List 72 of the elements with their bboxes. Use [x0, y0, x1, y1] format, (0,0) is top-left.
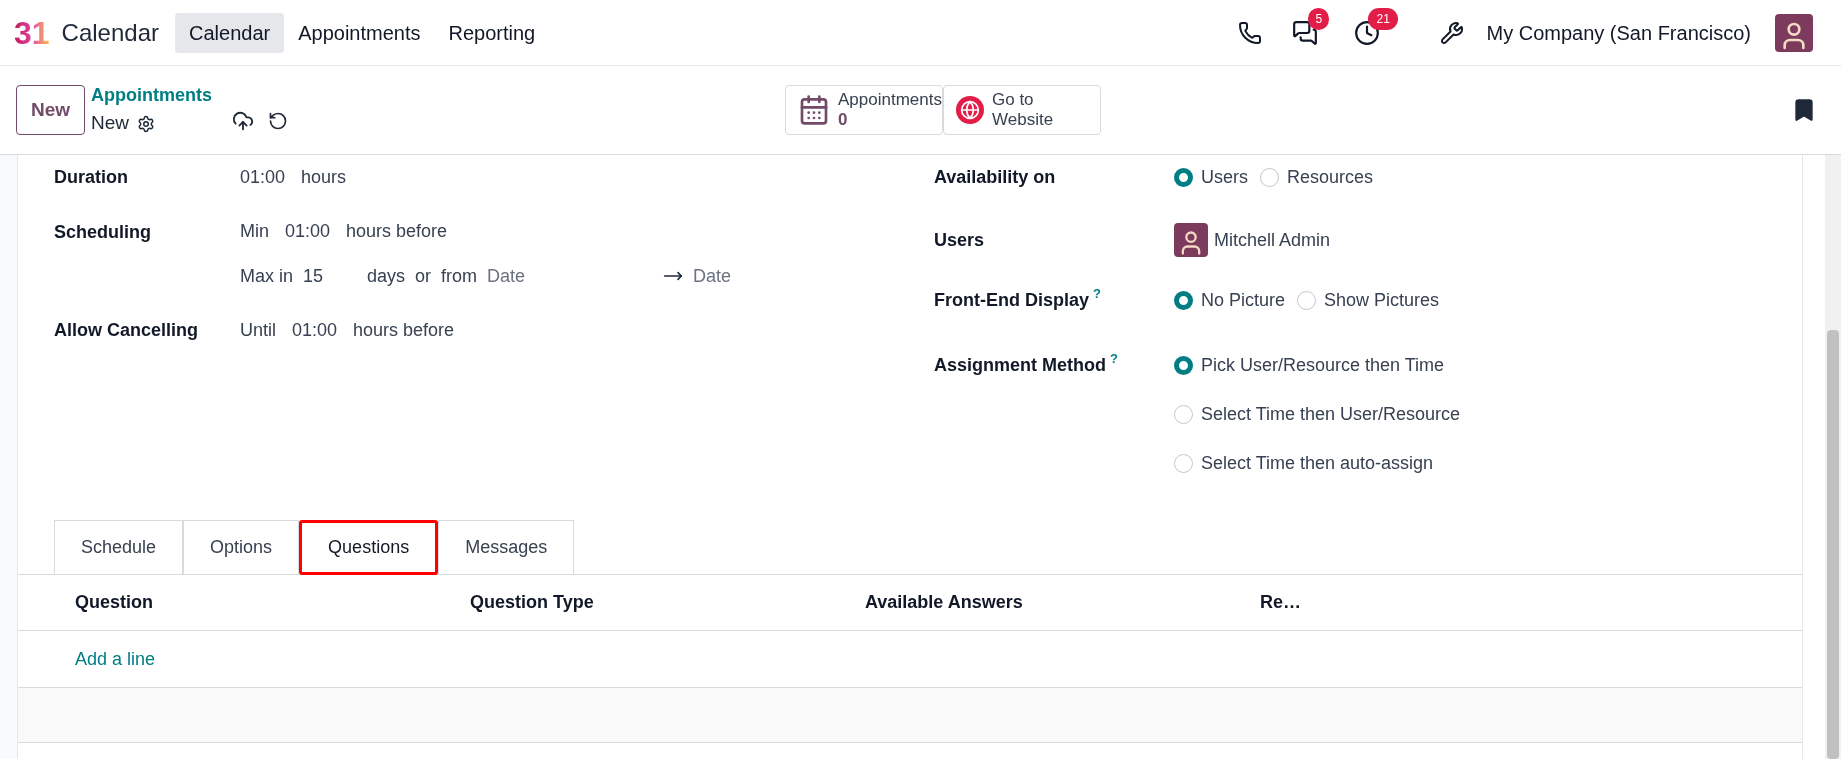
radio-button[interactable] [1174, 356, 1193, 375]
smart-button[interactable]: Go to Website [943, 85, 1101, 135]
record-title: New [91, 111, 130, 136]
globe-icon [956, 96, 984, 124]
radio-button[interactable] [1260, 167, 1279, 187]
activity-count-badge: 21 [1368, 7, 1398, 30]
radio-button[interactable] [1174, 167, 1193, 187]
radio-label: Resources [1287, 165, 1374, 189]
menu-item[interactable]: Appointments [284, 12, 435, 53]
column-header[interactable]: Available Answers [865, 589, 1260, 616]
radio-label: Pick User/Resource then Time [1201, 354, 1445, 377]
save-icon[interactable] [232, 110, 255, 132]
min-label: Min [240, 219, 269, 243]
breadcrumb-link[interactable]: Appointments [91, 82, 213, 110]
until-label: Until [240, 318, 276, 342]
min-unit: hours before [346, 219, 448, 243]
tab[interactable]: Messages [438, 520, 575, 575]
column-header[interactable]: Question Type [470, 589, 865, 616]
phone-icon[interactable] [1238, 20, 1263, 45]
tab[interactable]: Schedule [54, 520, 184, 575]
user-tag[interactable]: Mitchell Admin [1214, 226, 1331, 254]
radio-button[interactable] [1174, 290, 1193, 310]
radio-button[interactable] [1297, 290, 1317, 310]
help-mark[interactable]: ? [1110, 352, 1118, 365]
user-avatar [1174, 223, 1208, 257]
max-value[interactable]: 15 [303, 262, 367, 290]
message-count-badge: 5 [1308, 7, 1330, 30]
max-unit: days [367, 264, 406, 288]
field-label: Duration [54, 165, 128, 189]
new-button[interactable]: New [16, 85, 86, 135]
tab[interactable]: Questions [299, 520, 439, 575]
company-name[interactable]: My Company (San Francisco) [1486, 17, 1751, 48]
radio-label: Select Time then auto-assign [1201, 452, 1434, 475]
add-line-link[interactable]: Add a line [75, 645, 156, 673]
radio-button[interactable] [1174, 405, 1193, 424]
or-text: or [415, 264, 432, 288]
radio-label: Show Pictures [1324, 288, 1440, 312]
min-value[interactable]: 01:00 [285, 217, 331, 245]
tools-icon[interactable] [1440, 20, 1465, 45]
field-label: Users [934, 228, 985, 252]
user-avatar[interactable] [1775, 13, 1813, 52]
field-label: Assignment Method [934, 354, 1106, 377]
help-mark[interactable]: ? [1093, 286, 1101, 300]
menu-item[interactable]: Reporting [434, 12, 550, 53]
smart-button[interactable]: Appointments 0 [785, 85, 943, 135]
column-header[interactable]: Question [75, 589, 470, 616]
column-header[interactable]: Re… [1260, 589, 1655, 616]
field-label: Front-End Display [934, 288, 1089, 312]
radio-label: Users [1201, 165, 1248, 189]
max-label: Max in [240, 264, 293, 288]
start-date-field[interactable]: Date [487, 262, 664, 290]
tab[interactable]: Options [183, 520, 300, 575]
duration-unit: hours [301, 165, 347, 189]
settings-icon[interactable] [137, 114, 156, 133]
radio-label: No Picture [1201, 288, 1286, 312]
field-label: Allow Cancelling [54, 318, 199, 342]
cancel-value[interactable]: 01:00 [292, 316, 338, 344]
field-label: Availability on [934, 165, 1056, 189]
cancel-unit: hours before [353, 318, 455, 342]
radio-button[interactable] [1174, 454, 1193, 473]
end-date-field[interactable]: Date [693, 262, 732, 290]
smart-button-label: Go to Website [992, 90, 1055, 130]
discard-icon[interactable] [268, 111, 289, 131]
menu-item[interactable]: Calendar [175, 12, 285, 53]
calendar-icon [798, 94, 830, 126]
scrollbar[interactable] [1825, 155, 1841, 759]
app-name[interactable]: Calendar [61, 14, 159, 51]
duration-value[interactable]: 01:00 [240, 163, 286, 191]
from-text: from [441, 264, 478, 288]
radio-label: Select Time then User/Resource [1201, 403, 1461, 426]
smart-button-count: 0 [838, 110, 849, 130]
field-label: Scheduling [54, 221, 151, 244]
